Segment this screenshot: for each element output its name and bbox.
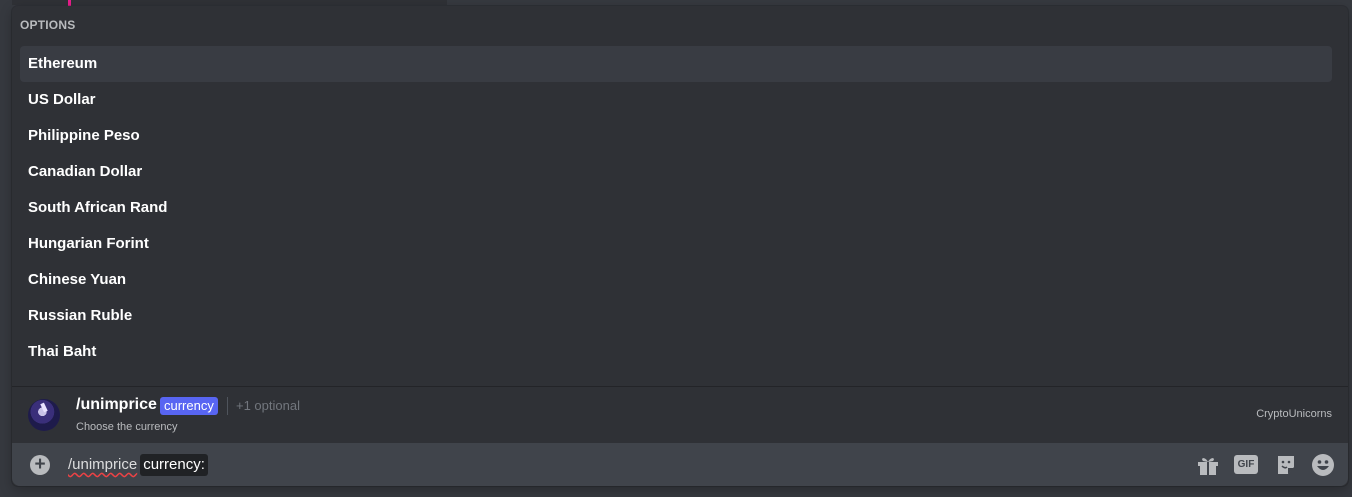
- option-thai-baht[interactable]: Thai Baht: [20, 334, 1332, 370]
- bot-avatar: [28, 399, 60, 431]
- sticker-icon[interactable]: [1274, 453, 1298, 477]
- attach-plus-icon[interactable]: +: [30, 455, 50, 475]
- emoji-icon[interactable]: [1311, 453, 1335, 477]
- top-strip-bar: [12, 0, 447, 5]
- message-input-bar: + /unimprice currency: GIF: [12, 443, 1348, 486]
- gif-label: GIF: [1234, 455, 1258, 474]
- command-preview[interactable]: /unimprice currency +1 optional Choose t…: [12, 386, 1348, 443]
- option-russian-ruble[interactable]: Russian Ruble: [20, 298, 1332, 334]
- options-header: OPTIONS: [20, 18, 76, 32]
- option-canadian-dollar[interactable]: Canadian Dollar: [20, 154, 1332, 190]
- optional-params[interactable]: +1 optional: [236, 398, 300, 413]
- option-philippine-peso[interactable]: Philippine Peso: [20, 118, 1332, 154]
- option-chinese-yuan[interactable]: Chinese Yuan: [20, 262, 1332, 298]
- param-divider: [227, 397, 228, 415]
- option-ethereum[interactable]: Ethereum: [20, 46, 1332, 82]
- option-south-african-rand[interactable]: South African Rand: [20, 190, 1332, 226]
- message-input[interactable]: /unimprice currency:: [68, 453, 208, 477]
- options-list: Ethereum US Dollar Philippine Peso Canad…: [20, 46, 1332, 370]
- typed-command: /unimprice: [68, 456, 138, 473]
- option-us-dollar[interactable]: US Dollar: [20, 82, 1332, 118]
- gift-icon[interactable]: [1196, 453, 1220, 477]
- command-name: /unimprice: [76, 396, 157, 413]
- param-chip-currency[interactable]: currency:: [140, 454, 208, 476]
- bot-name: CryptoUnicorns: [1256, 408, 1332, 420]
- gif-icon[interactable]: GIF: [1234, 453, 1258, 477]
- command-description: Choose the currency: [76, 421, 178, 433]
- param-pill-currency[interactable]: currency: [160, 397, 218, 415]
- option-hungarian-forint[interactable]: Hungarian Forint: [20, 226, 1332, 262]
